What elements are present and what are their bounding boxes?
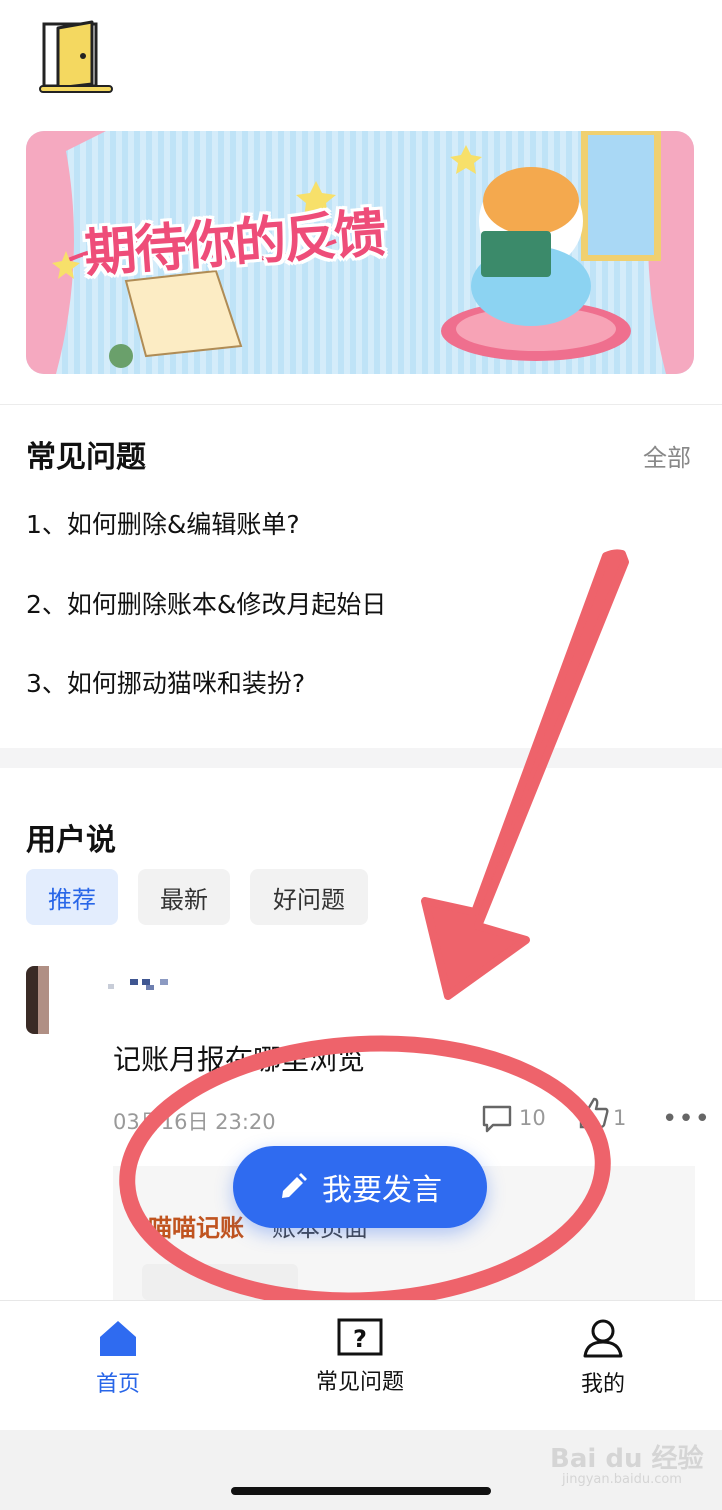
tab-faq-label: 常见问题 xyxy=(315,1370,404,1395)
tab-home-label: 首页 xyxy=(95,1372,140,1397)
quoted-brand: 喵喵记账 xyxy=(148,1214,244,1242)
post-comment-button[interactable]: 我要发言 xyxy=(233,1146,487,1228)
watermark: Bai du 经验 xyxy=(550,1444,704,1474)
section-divider xyxy=(0,404,722,405)
filter-chip-recommend[interactable]: 推荐 xyxy=(26,869,118,925)
avatar[interactable] xyxy=(26,966,94,1034)
home-indicator[interactable] xyxy=(231,1487,491,1495)
post-comment-label: 我要发言 xyxy=(322,1173,442,1208)
faq-item[interactable]: 1、如何删除&编辑账单? xyxy=(26,505,300,541)
thumbs-up-icon[interactable] xyxy=(577,1096,611,1130)
feedback-banner[interactable]: 期待你的反馈 xyxy=(26,131,694,374)
more-options-icon[interactable]: ••• xyxy=(662,1104,711,1134)
faq-item[interactable]: 3、如何挪动猫咪和装扮? xyxy=(26,664,305,700)
svg-text:?: ? xyxy=(353,1325,367,1353)
filter-chip-good-questions[interactable]: 好问题 xyxy=(250,869,368,925)
like-count: 1 xyxy=(613,1106,627,1130)
home-icon xyxy=(100,1321,136,1356)
section-divider xyxy=(0,748,722,768)
username-blurred xyxy=(108,979,168,990)
filter-chip-latest[interactable]: 最新 xyxy=(138,869,230,925)
faq-heading: 常见问题 xyxy=(26,440,146,475)
question-icon: ? xyxy=(337,1318,383,1356)
tab-mine[interactable]: 我的 xyxy=(533,1318,673,1398)
users-heading: 用户说 xyxy=(26,823,116,858)
comment-count: 10 xyxy=(519,1106,546,1130)
quoted-thumbnail xyxy=(142,1264,298,1300)
watermark-url: jingyan.baidu.com xyxy=(562,1472,682,1487)
post-timestamp: 03月16日 23:20 xyxy=(113,1110,276,1134)
faq-item[interactable]: 2、如何删除账本&修改月起始日 xyxy=(26,585,386,621)
post-title[interactable]: 记账月报在哪里浏览 xyxy=(113,1038,365,1078)
user-icon xyxy=(583,1319,623,1358)
door-logo-icon xyxy=(39,20,113,93)
faq-all-link[interactable]: 全部 xyxy=(643,438,691,473)
comment-icon[interactable] xyxy=(481,1104,513,1134)
tab-mine-label: 我的 xyxy=(580,1372,625,1397)
tab-faq[interactable]: ? 常见问题 xyxy=(290,1318,430,1396)
tab-home[interactable]: 首页 xyxy=(48,1318,188,1398)
pencil-icon xyxy=(282,1173,307,1198)
